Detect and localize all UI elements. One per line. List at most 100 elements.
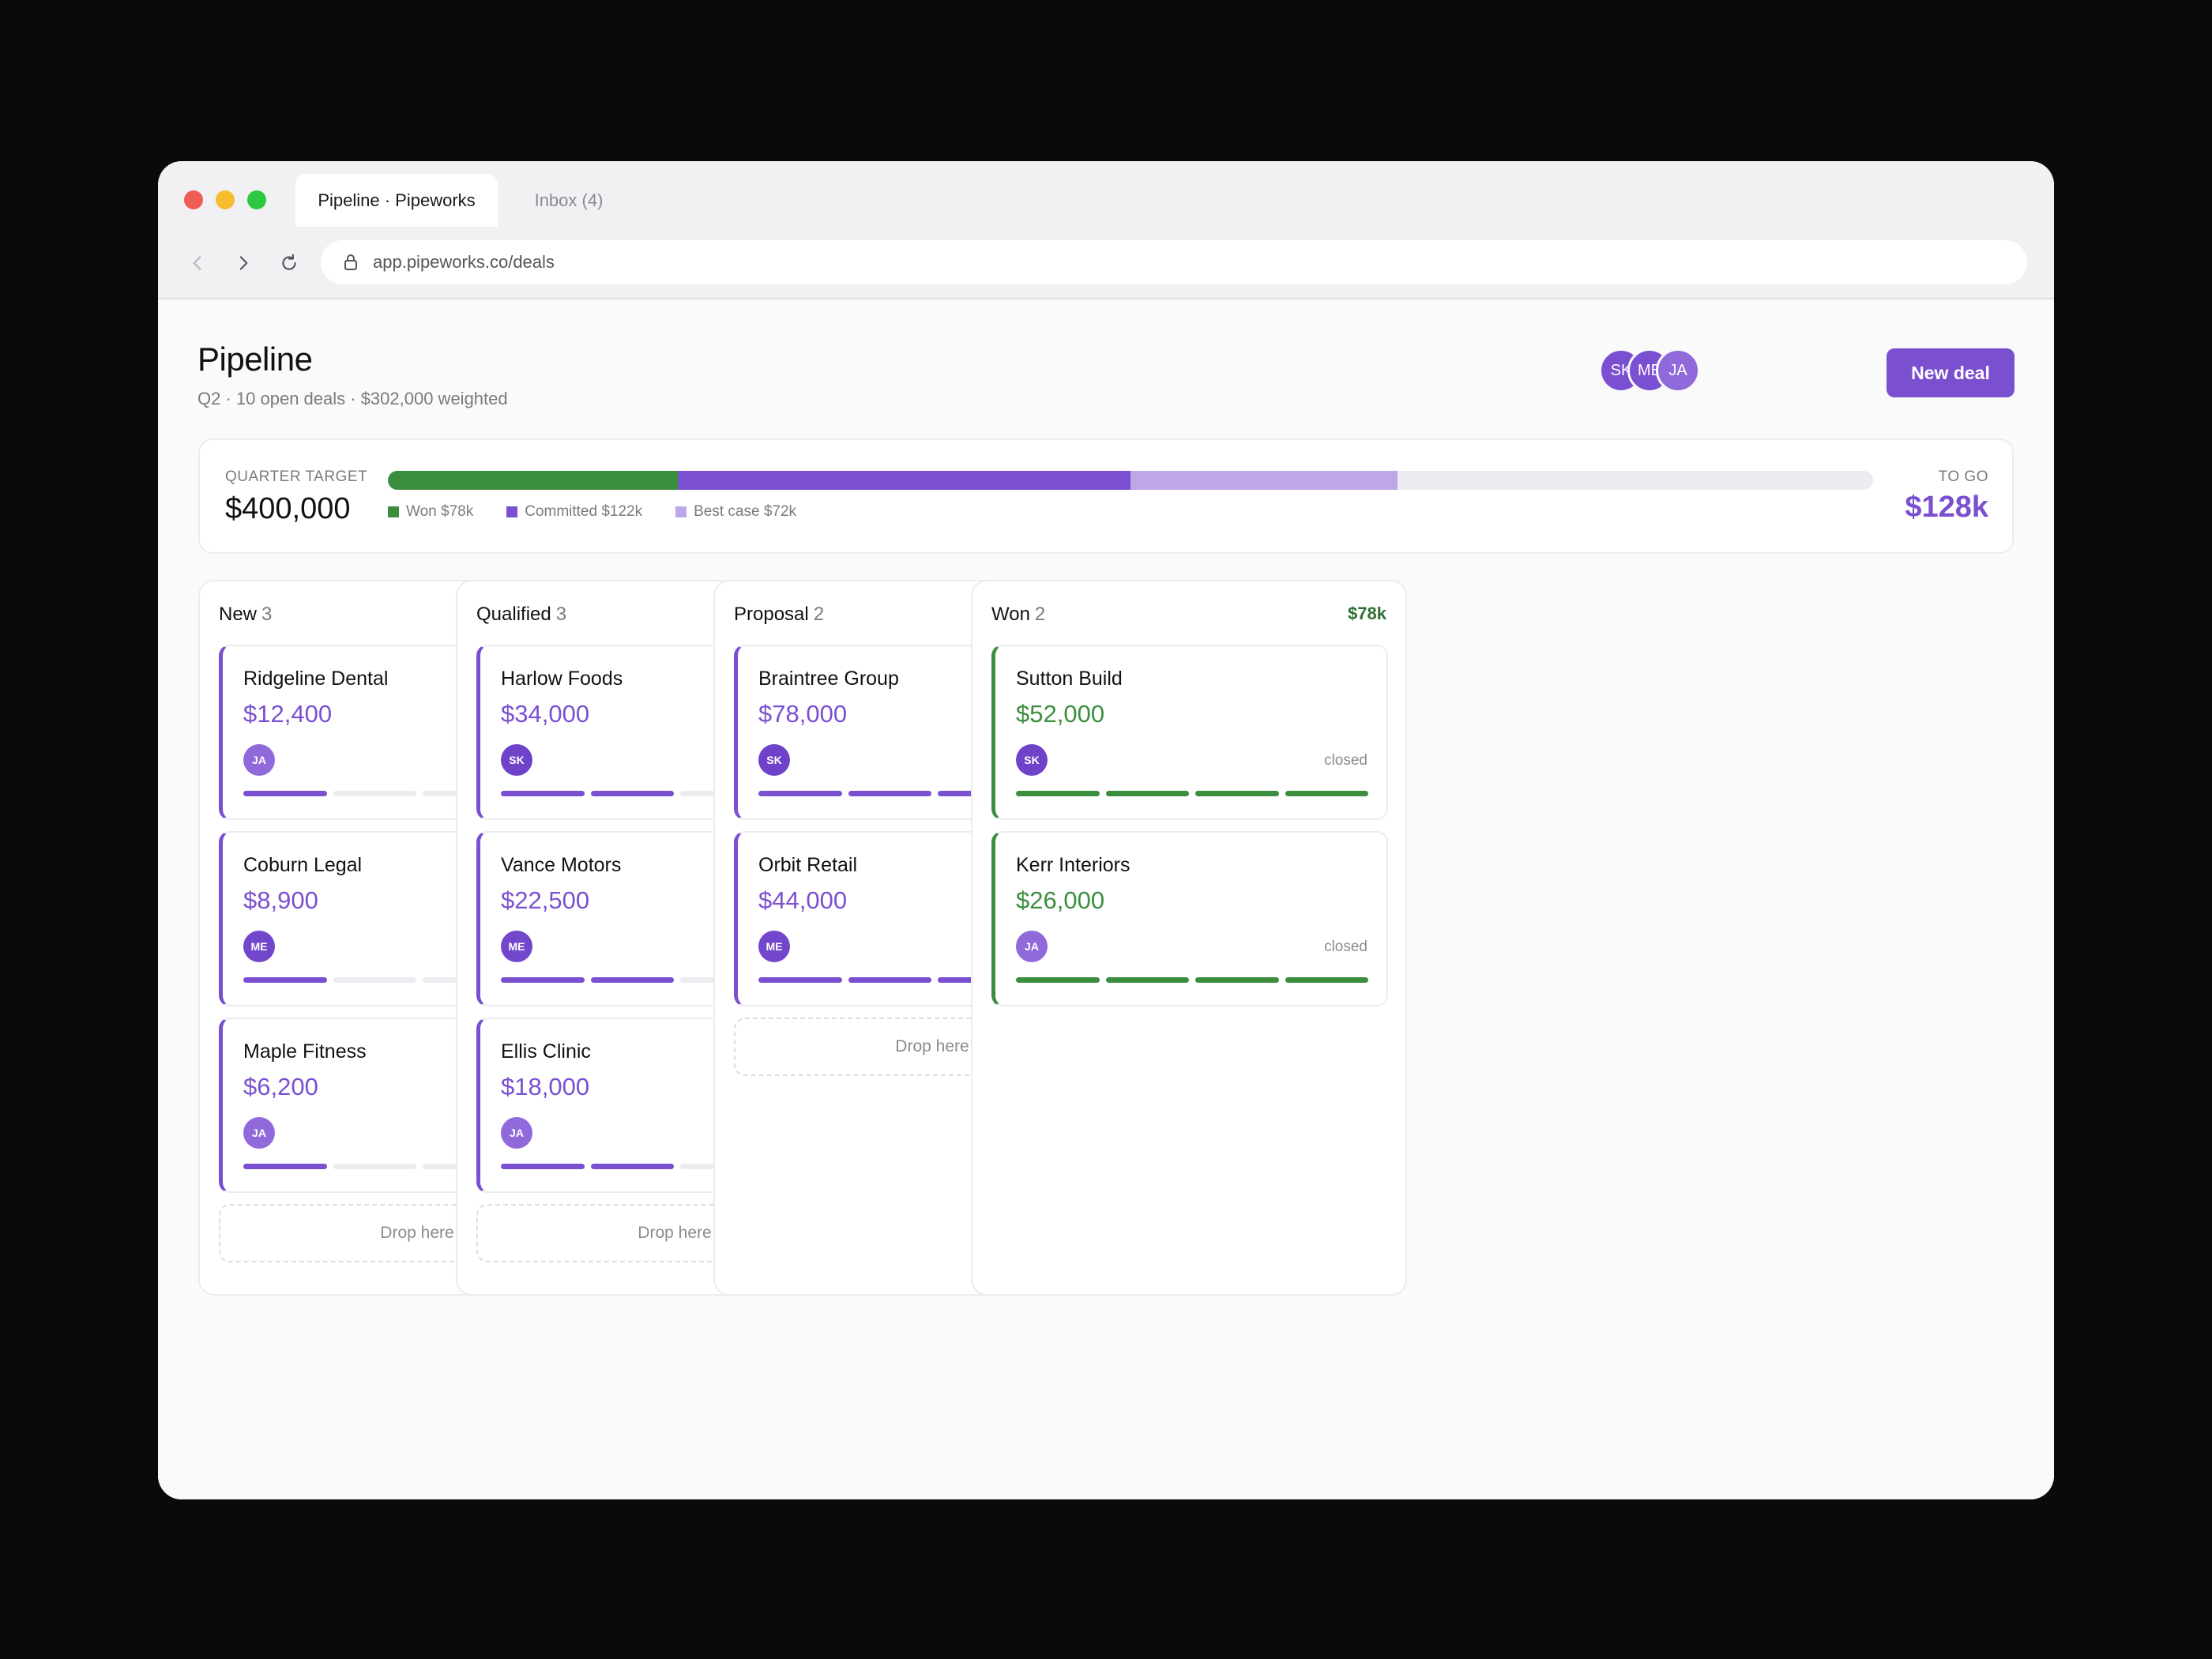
browser-window: Pipeline · Pipeworks Inbox (4) app.pipew… — [158, 161, 2054, 1499]
column-name: New — [219, 604, 258, 625]
stage-segment — [848, 977, 931, 983]
stage-segment — [333, 977, 416, 983]
target-progress-bar — [388, 471, 1873, 490]
legend-label: Committed $122k — [525, 503, 643, 520]
quarter-target-card: QUARTER TARGET $400,000 Won $78k Committe… — [198, 438, 2014, 554]
target-legend: Won $78k Committed $122k Best case $72k — [388, 503, 796, 521]
deal-name: Sutton Build — [1016, 668, 1123, 690]
legend-label: Best case $72k — [694, 503, 797, 520]
team-avatars[interactable]: SK ME JA — [1599, 348, 1703, 393]
stage-segment — [848, 791, 931, 796]
legend-item: Committed $122k — [506, 503, 642, 521]
avatar[interactable]: JA — [1656, 348, 1700, 393]
avatar: SK — [1016, 744, 1048, 776]
new-deal-button[interactable]: New deal — [1887, 348, 2014, 397]
stage-segment — [501, 791, 585, 796]
stage-segment — [1285, 791, 1368, 796]
deal-amount: $52,000 — [1016, 700, 1105, 728]
avatar: ME — [501, 931, 532, 962]
stage-progress — [1016, 791, 1368, 796]
close-window-button[interactable] — [184, 190, 203, 209]
deal-name: Kerr Interiors — [1016, 854, 1130, 876]
stage-segment — [590, 977, 674, 983]
legend-swatch — [506, 506, 518, 517]
stage-segment — [1195, 977, 1279, 983]
column-won: Won 2 $78k Sutton Build $52,000 SK closed Kerr … — [971, 580, 1407, 1296]
deal-name: Orbit Retail — [758, 854, 858, 876]
deal-amount: $26,000 — [1016, 886, 1105, 914]
address-field[interactable]: app.pipeworks.co/deals — [321, 240, 2027, 284]
deal-amount: $18,000 — [501, 1073, 590, 1100]
column-count: 2 — [813, 604, 825, 625]
stage-segment — [501, 1164, 585, 1169]
avatar: ME — [243, 931, 275, 962]
quarter-target-label: QUARTER TARGET — [225, 468, 368, 485]
deal-name: Braintree Group — [758, 668, 899, 690]
avatar: JA — [243, 744, 275, 776]
url-text: app.pipeworks.co/deals — [373, 252, 555, 272]
stage-segment — [1285, 977, 1368, 983]
stage-segment — [333, 791, 416, 796]
chevron-left-icon — [193, 256, 201, 270]
deal-name: Harlow Foods — [501, 668, 623, 690]
stage-segment — [501, 977, 585, 983]
maximize-window-button[interactable] — [247, 190, 266, 209]
tab-bar: Pipeline · Pipeworks Inbox (4) — [158, 161, 2054, 227]
column-count: 2 — [1034, 604, 1046, 625]
column-name: Won — [991, 604, 1030, 625]
tab-inbox[interactable]: Inbox (4) — [506, 174, 632, 227]
quarter-target-value: $400,000 — [225, 492, 351, 525]
deal-age: closed — [1324, 939, 1367, 955]
avatar: SK — [758, 744, 790, 776]
avatar: JA — [243, 1117, 275, 1149]
stage-segment — [1016, 791, 1100, 796]
lock-icon — [344, 254, 357, 270]
avatar: JA — [1016, 931, 1048, 962]
column-count: 3 — [555, 604, 567, 625]
deal-age: closed — [1324, 752, 1367, 769]
avatar: ME — [758, 931, 790, 962]
deal-name: Vance Motors — [501, 854, 622, 876]
column-title: New 3 — [219, 604, 272, 626]
deal-amount: $6,200 — [243, 1073, 318, 1100]
chevron-right-icon — [239, 256, 248, 270]
progress-segment — [677, 471, 1130, 490]
deal-amount: $22,500 — [501, 886, 590, 914]
deal-name: Coburn Legal — [243, 854, 363, 876]
url-bar: app.pipeworks.co/deals — [158, 227, 2054, 299]
deal-name: Ridgeline Dental — [243, 668, 389, 690]
tab-pipeline[interactable]: Pipeline · Pipeworks — [295, 174, 498, 227]
column-title: Proposal 2 — [734, 604, 824, 626]
forward-button[interactable] — [228, 247, 259, 279]
stage-segment — [1195, 791, 1279, 796]
reload-button[interactable] — [273, 247, 305, 279]
page-title: Pipeline — [198, 340, 313, 378]
deal-amount: $34,000 — [501, 700, 590, 728]
stage-segment — [1016, 977, 1100, 983]
column-title: Won 2 — [991, 604, 1045, 626]
legend-item: Best case $72k — [675, 503, 796, 521]
deal-name: Ellis Clinic — [501, 1040, 591, 1063]
column-name: Qualified — [476, 604, 551, 625]
reload-icon — [282, 254, 296, 270]
legend-label: Won $78k — [406, 503, 474, 520]
minimize-window-button[interactable] — [216, 190, 235, 209]
back-button[interactable] — [182, 247, 213, 279]
stage-segment — [1105, 977, 1189, 983]
stage-segment — [333, 1164, 416, 1169]
stage-segment — [758, 791, 842, 796]
deal-card[interactable]: Kerr Interiors $26,000 JA closed — [991, 831, 1388, 1006]
column-name: Proposal — [734, 604, 809, 625]
stage-segment — [590, 1164, 674, 1169]
column-total: $78k — [1348, 604, 1386, 623]
stage-segment — [243, 1164, 327, 1169]
avatar: JA — [501, 1117, 532, 1149]
deal-card[interactable]: Sutton Build $52,000 SK closed — [991, 645, 1388, 820]
progress-segment — [388, 471, 678, 490]
deal-name: Maple Fitness — [243, 1040, 367, 1063]
deal-amount: $12,400 — [243, 700, 333, 728]
page-subtitle: Q2 · 10 open deals · $302,000 weighted — [198, 389, 508, 408]
progress-segment — [1130, 471, 1398, 490]
stage-progress — [1016, 977, 1368, 983]
column-title: Qualified 3 — [476, 604, 566, 626]
